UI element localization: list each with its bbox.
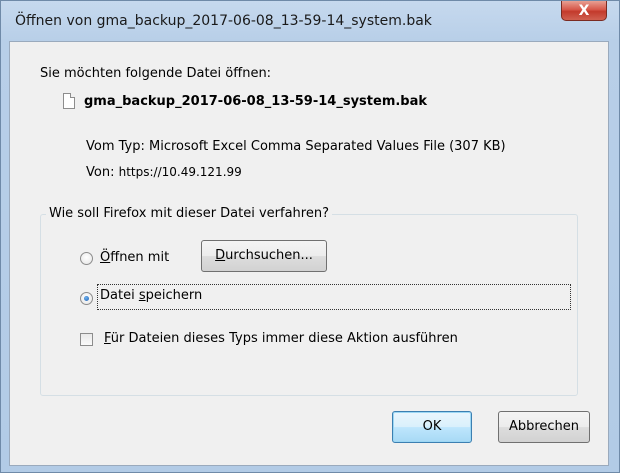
always-do-label[interactable]: Für Dateien dieses Typs immer diese Akti… <box>104 331 458 346</box>
browse-label-rest: urchsuchen... <box>225 248 313 263</box>
title-bar[interactable]: Öffnen von gma_backup_2017-06-08_13-59-1… <box>1 1 619 41</box>
always-do-mnemonic: F <box>104 331 111 346</box>
save-file-label[interactable]: Datei speichern <box>100 288 202 303</box>
open-prompt: Sie möchten folgende Datei öffnen: <box>40 66 272 81</box>
file-source: Von: https://10.49.121.99 <box>86 165 242 180</box>
file-icon <box>63 93 75 109</box>
file-type: Vom Typ: Microsoft Excel Comma Separated… <box>86 139 506 154</box>
action-group-legend: Wie soll Firefox mit dieser Datei verfah… <box>46 206 332 221</box>
file-source-label: Von: <box>86 165 115 180</box>
close-icon: X <box>578 3 590 19</box>
save-file-mnemonic: s <box>138 288 146 303</box>
dialog-window: Öffnen von gma_backup_2017-06-08_13-59-1… <box>0 0 620 473</box>
always-do-label-rest: ür Dateien dieses Typs immer diese Aktio… <box>110 331 458 346</box>
open-with-radio[interactable] <box>80 252 93 265</box>
file-type-label: Vom Typ: <box>86 139 145 154</box>
open-with-mnemonic: Ö <box>100 250 111 265</box>
save-file-label-rest: peichern <box>145 288 203 303</box>
file-type-value: Microsoft Excel Comma Separated Values F… <box>149 139 506 154</box>
browse-button[interactable]: Durchsuchen... <box>201 240 327 272</box>
open-with-label[interactable]: Öffnen mit <box>100 250 169 265</box>
ok-button[interactable]: OK <box>392 411 472 443</box>
close-button[interactable]: X <box>561 1 607 21</box>
always-do-checkbox[interactable] <box>80 333 93 346</box>
file-source-url: https://10.49.121.99 <box>118 165 242 179</box>
window-title: Öffnen von gma_backup_2017-06-08_13-59-1… <box>15 13 432 29</box>
cancel-button[interactable]: Abbrechen <box>498 411 590 443</box>
file-name: gma_backup_2017-06-08_13-59-14_system.ba… <box>84 94 428 109</box>
open-with-label-rest: ffnen mit <box>110 250 170 265</box>
dialog-body: Sie möchten folgende Datei öffnen: gma_b… <box>9 41 609 466</box>
save-file-label-prefix: Datei <box>100 288 139 303</box>
browse-mnemonic: D <box>215 248 226 263</box>
save-file-radio[interactable] <box>80 292 93 305</box>
